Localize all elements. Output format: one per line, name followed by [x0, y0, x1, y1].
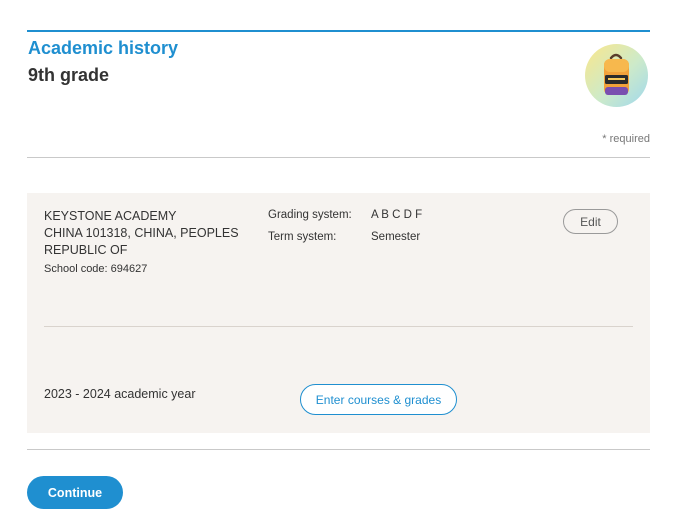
footer-divider: [27, 449, 650, 450]
edit-school-button[interactable]: Edit: [563, 209, 618, 234]
enter-courses-button[interactable]: Enter courses & grades: [300, 384, 457, 415]
top-accent-rule: [27, 30, 650, 32]
page-subtitle: 9th grade: [28, 65, 110, 85]
school-name: KEYSTONE ACADEMY CHINA 101318, CHINA, PE…: [44, 208, 254, 259]
required-note: * required: [602, 133, 650, 145]
term-system-label: Term system:: [268, 231, 337, 243]
academic-year-label: 2023 - 2024 academic year: [44, 387, 196, 401]
school-card: KEYSTONE ACADEMY CHINA 101318, CHINA, PE…: [27, 193, 650, 433]
header-divider: [27, 157, 650, 158]
school-country-line: REPUBLIC OF: [44, 243, 128, 257]
term-system-value: Semester: [371, 231, 421, 243]
backpack-icon: [585, 44, 648, 107]
school-address-line: CHINA 101318, CHINA, PEOPLES: [44, 226, 239, 240]
school-name-line: KEYSTONE ACADEMY: [44, 209, 177, 223]
school-code: School code: 694627: [44, 263, 148, 275]
grading-system-label: Grading system:: [268, 209, 352, 221]
page-title: Academic history: [28, 38, 179, 58]
continue-button[interactable]: Continue: [27, 476, 123, 509]
card-divider: [44, 326, 633, 327]
grading-system-value: A B C D F: [371, 209, 423, 221]
